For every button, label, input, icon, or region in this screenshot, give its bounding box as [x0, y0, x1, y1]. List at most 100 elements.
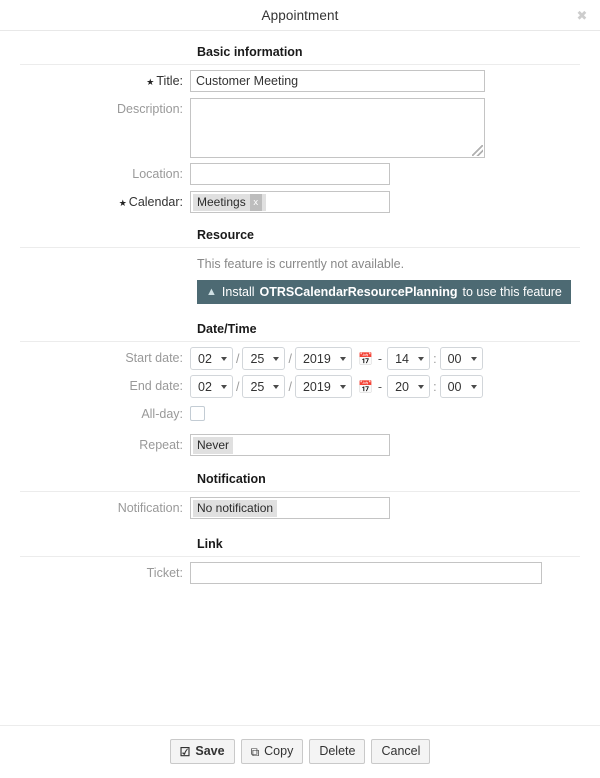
- start-day-select[interactable]: 25: [242, 347, 286, 370]
- title-input[interactable]: [190, 70, 485, 92]
- save-button-label: Save: [195, 744, 225, 758]
- location-input[interactable]: [190, 163, 390, 185]
- install-prefix: Install: [221, 285, 255, 299]
- dialog-title: Appointment: [261, 7, 339, 23]
- chevron-down-icon: [221, 356, 227, 361]
- start-minute-value: 00: [447, 351, 462, 366]
- chevron-down-icon: [339, 384, 346, 389]
- section-title-link: Link: [197, 537, 223, 551]
- section-datetime: Date/Time Start date: 02 / 25 / 2019 📅 -…: [0, 322, 600, 456]
- label-title: ★ Title:: [0, 70, 190, 93]
- required-star-icon: ★: [118, 197, 127, 208]
- date-separator: /: [288, 379, 292, 394]
- row-location: Location:: [0, 158, 600, 186]
- cancel-button-label: Cancel: [381, 744, 421, 758]
- label-ticket: Ticket:: [146, 566, 183, 580]
- repeat-select[interactable]: Never: [190, 434, 390, 456]
- row-notification: Notification: No notification: [0, 492, 600, 520]
- row-all-day: All-day:: [0, 398, 600, 426]
- calendar-select[interactable]: Meetings x: [190, 191, 390, 213]
- end-month-value: 02: [198, 379, 212, 394]
- row-description: Description:: [0, 93, 600, 158]
- date-time-dash: -: [377, 379, 383, 394]
- start-hour-select[interactable]: 14: [387, 347, 431, 370]
- copy-button-label: Copy: [264, 744, 294, 758]
- time-separator: :: [433, 351, 437, 366]
- label-location: Location:: [132, 167, 183, 181]
- all-day-checkbox[interactable]: [190, 406, 205, 421]
- label-calendar-text: Calendar:: [128, 195, 183, 209]
- date-separator: /: [288, 351, 292, 366]
- calendar-picker-icon[interactable]: 📅: [358, 381, 373, 393]
- section-resource: Resource This feature is currently not a…: [0, 228, 600, 304]
- end-day-value: 25: [250, 379, 265, 394]
- dialog-footer: ☑ Save ⧉ Copy Delete Cancel: [0, 725, 600, 778]
- dialog-body: Basic information ★Title: Description:: [0, 31, 600, 725]
- row-end-date: End date: 02 / 25 / 2019 📅 - 20: 00: [0, 370, 600, 398]
- row-calendar: ★ Calendar: Meetings x: [0, 186, 600, 214]
- row-start-date: Start date: 02 / 25 / 2019 📅 - 14: 00: [0, 342, 600, 370]
- row-repeat: Repeat: Never: [0, 426, 600, 456]
- calendar-tag-label: Meetings: [197, 194, 246, 209]
- resize-grip-icon[interactable]: [472, 145, 483, 156]
- label-end-date: End date:: [129, 379, 183, 393]
- chevron-down-icon: [273, 384, 280, 389]
- install-suffix: to use this feature: [462, 285, 562, 299]
- chevron-down-icon: [339, 356, 346, 361]
- required-star-icon: ★: [146, 76, 155, 87]
- section-link: Link Ticket:: [0, 537, 600, 585]
- calendar-picker-icon[interactable]: 📅: [358, 353, 373, 365]
- start-month-select[interactable]: 02: [190, 347, 233, 370]
- notification-value: No notification: [193, 499, 278, 517]
- end-month-select[interactable]: 02: [190, 375, 233, 398]
- section-basic-information: Basic information ★Title: Description:: [0, 45, 600, 214]
- checkbox-icon: ☑: [179, 744, 191, 759]
- section-notification: Notification Notification: No notificati…: [0, 472, 600, 520]
- save-button[interactable]: ☑ Save: [169, 739, 235, 764]
- close-icon[interactable]: ✖: [574, 7, 590, 23]
- label-start-date: Start date:: [125, 351, 183, 365]
- row-title: ★ Title:: [0, 65, 600, 93]
- chevron-down-icon: [418, 384, 425, 389]
- notification-select[interactable]: No notification: [190, 497, 390, 519]
- end-day-select[interactable]: 25: [242, 375, 286, 398]
- start-year-value: 2019: [302, 351, 331, 366]
- appointment-dialog: Appointment ✖ Basic information ★ Title: …: [0, 0, 600, 778]
- start-hour-value: 14: [395, 351, 409, 366]
- row-ticket: Ticket:: [0, 557, 600, 585]
- date-time-dash: -: [377, 351, 383, 366]
- section-title-notification: Notification: [197, 472, 266, 486]
- section-title-basic: Basic information: [197, 45, 303, 59]
- section-title-resource: Resource: [197, 228, 254, 242]
- copy-button[interactable]: ⧉ Copy: [240, 739, 304, 764]
- end-year-value: 2019: [302, 379, 331, 394]
- ticket-input[interactable]: [190, 562, 542, 584]
- end-minute-value: 00: [447, 379, 462, 394]
- remove-tag-icon[interactable]: x: [249, 193, 262, 211]
- label-calendar: ★ Calendar:: [0, 191, 190, 214]
- cancel-button[interactable]: Cancel: [371, 739, 431, 764]
- delete-button[interactable]: Delete: [309, 739, 366, 764]
- date-separator: /: [236, 379, 240, 394]
- section-title-datetime: Date/Time: [197, 322, 257, 336]
- start-year-select[interactable]: 2019: [294, 347, 352, 370]
- label-description: Description:: [117, 102, 183, 116]
- end-year-select[interactable]: 2019: [294, 375, 352, 398]
- start-day-value: 25: [250, 351, 265, 366]
- install-package-name: OTRSCalendarResourcePlanning: [259, 285, 458, 299]
- chevron-down-icon: [470, 356, 477, 361]
- chevron-down-icon: [273, 356, 280, 361]
- copy-icon: ⧉: [250, 744, 260, 759]
- calendar-tag: Meetings x: [193, 193, 266, 211]
- date-separator: /: [236, 351, 240, 366]
- label-all-day: All-day:: [141, 407, 183, 421]
- end-hour-select[interactable]: 20: [387, 375, 431, 398]
- end-minute-select[interactable]: 00: [439, 375, 483, 398]
- time-separator: :: [433, 379, 437, 394]
- start-minute-select[interactable]: 00: [439, 347, 483, 370]
- install-package-banner[interactable]: ▲ Install OTRSCalendarResourcePlanning t…: [197, 280, 571, 304]
- start-month-value: 02: [198, 351, 212, 366]
- description-textarea[interactable]: [190, 98, 485, 158]
- label-title-text: Title:: [156, 74, 183, 88]
- repeat-value: Never: [193, 436, 234, 454]
